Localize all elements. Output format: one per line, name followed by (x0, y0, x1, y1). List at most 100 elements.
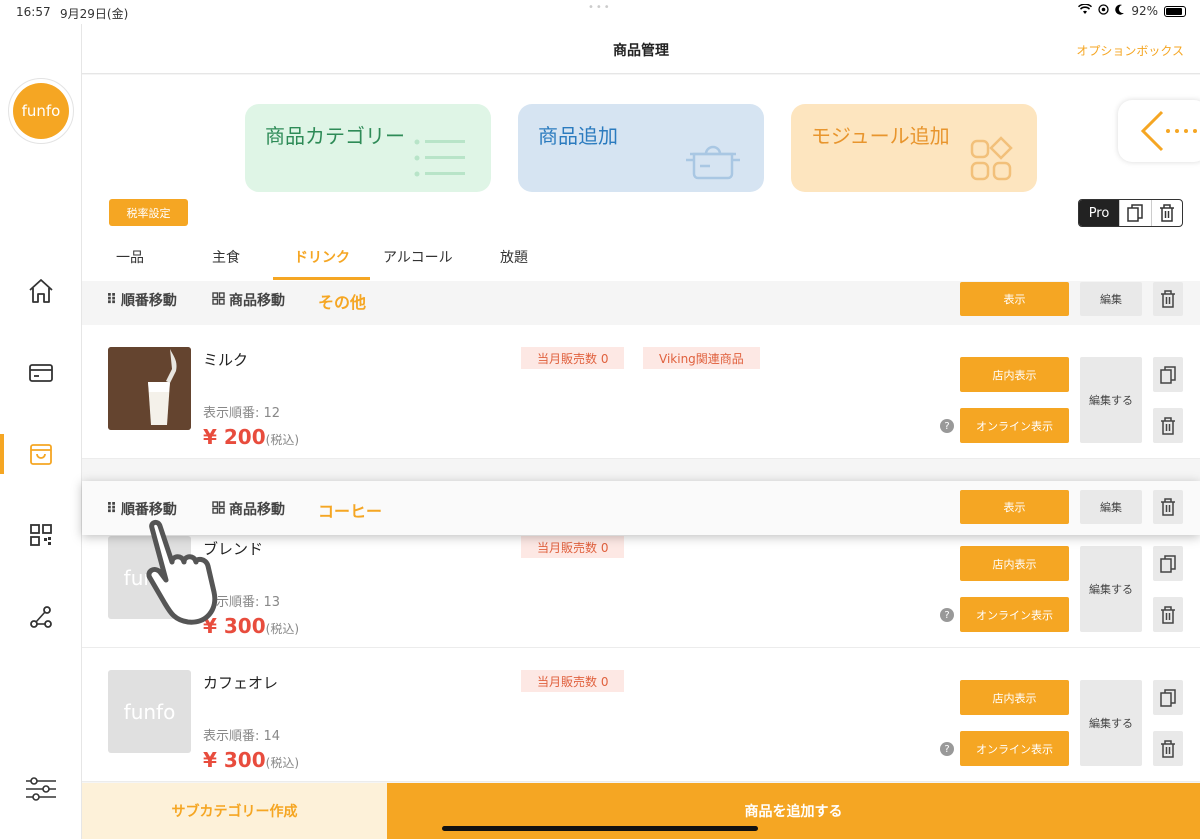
dragging-category-row[interactable]: ⠿ 順番移動 商品移動 コーヒー 表示 編集 (82, 481, 1200, 535)
create-subcategory-button[interactable]: サブカテゴリー作成 (82, 783, 387, 839)
reorder-handle[interactable]: ⠿ 順番移動 (106, 290, 177, 310)
status-bar: 16:57 9月29日(金) ••• 92% (0, 0, 1200, 24)
copy-product-button[interactable] (1153, 546, 1183, 581)
instore-display-button[interactable]: 店内表示 (960, 546, 1069, 581)
drag-dots-icon: ⠿ (106, 292, 117, 308)
help-icon[interactable]: ? (940, 608, 954, 622)
reorder-label: 順番移動 (120, 293, 177, 309)
show-button[interactable]: 表示 (960, 490, 1069, 524)
display-order: 表示順番: 14 (203, 729, 281, 744)
modules-icon (969, 136, 1015, 186)
touch-hand-icon (140, 518, 230, 632)
display-order: 表示順番: 12 (203, 406, 281, 421)
copy-icon (1160, 365, 1176, 384)
qr-code-icon[interactable] (24, 518, 58, 552)
tab-shushoku[interactable]: 主食 (212, 247, 240, 267)
network-icon[interactable] (24, 600, 58, 634)
home-indicator[interactable] (442, 826, 758, 831)
reorder-handle[interactable]: ⠿ 順番移動 (106, 499, 177, 519)
trash-icon (1161, 498, 1175, 516)
settings-sliders-icon[interactable] (24, 772, 58, 806)
add-module-label: モジュール追加 (811, 124, 950, 148)
pot-icon (684, 138, 742, 186)
add-product-label: 商品追加 (538, 124, 618, 148)
trash-icon (1161, 290, 1175, 308)
edit-product-button[interactable]: 編集する (1080, 357, 1142, 443)
delete-product-button[interactable] (1153, 597, 1183, 632)
wifi-icon (1078, 3, 1093, 18)
add-module-card[interactable]: モジュール追加 (791, 104, 1037, 192)
move-products-button[interactable]: 商品移動 (212, 499, 285, 519)
delete-category-button[interactable] (1153, 490, 1183, 524)
placeholder-logo: funfo (123, 699, 176, 724)
product-row[interactable]: funfo カフェオレ 表示順番: 14 ¥ 300(税込) 当月販売数 0 ?… (82, 648, 1200, 782)
trash-icon[interactable] (1150, 200, 1183, 226)
edit-button[interactable]: 編集 (1080, 282, 1142, 316)
edit-button[interactable]: 編集 (1080, 490, 1142, 524)
header: 商品管理 オプションボックス (82, 24, 1200, 74)
logo-text: funfo (13, 83, 69, 139)
page-title: 商品管理 (613, 43, 669, 59)
tab-houdai[interactable]: 放題 (500, 247, 528, 267)
grid-icon (212, 291, 225, 309)
trash-icon (1161, 416, 1175, 435)
moon-icon (1115, 4, 1125, 18)
trash-icon (1161, 739, 1175, 758)
status-right: 92% (1078, 3, 1186, 18)
edit-product-button[interactable]: 編集する (1080, 680, 1142, 766)
product-name: ミルク (203, 351, 249, 369)
list-icon (413, 136, 469, 186)
product-name: カフェオレ (203, 674, 279, 692)
online-display-button[interactable]: オンライン表示 (960, 731, 1069, 766)
card-icon[interactable] (24, 356, 58, 390)
multitask-dots: ••• (588, 2, 612, 13)
tab-drink[interactable]: ドリンク (294, 247, 350, 267)
help-icon[interactable]: ? (940, 742, 954, 756)
shop-icon[interactable] (24, 437, 58, 471)
battery-percent: 92% (1131, 4, 1158, 18)
copy-icon[interactable] (1119, 200, 1151, 226)
pro-button[interactable]: Pro (1079, 200, 1119, 226)
active-tab-underline (273, 277, 370, 280)
move-products-label: 商品移動 (229, 293, 285, 309)
tab-ippin[interactable]: 一品 (116, 247, 144, 267)
tax-setting-button[interactable]: 税率設定 (109, 199, 188, 226)
product-row[interactable]: ミルク 表示順番: 12 ¥ 200(税込) 当月販売数 0 Viking関連商… (82, 325, 1200, 459)
product-category-card[interactable]: 商品カテゴリー (245, 104, 491, 192)
tax-note: (税込) (265, 433, 300, 447)
edit-product-button[interactable]: 編集する (1080, 546, 1142, 632)
online-display-button[interactable]: オンライン表示 (960, 408, 1069, 443)
monthly-sales-badge: 当月販売数 0 (521, 670, 625, 692)
home-icon[interactable] (24, 274, 58, 308)
product-photo (108, 347, 191, 430)
location-icon (1098, 4, 1109, 18)
add-product-card[interactable]: 商品追加 (518, 104, 764, 192)
product-placeholder-image: funfo (108, 670, 191, 753)
delete-product-button[interactable] (1153, 731, 1183, 766)
more-options-button[interactable] (1118, 100, 1200, 162)
delete-category-button[interactable] (1153, 282, 1183, 316)
copy-product-button[interactable] (1153, 357, 1183, 392)
app-logo[interactable]: funfo (8, 78, 74, 144)
active-nav-indicator (0, 434, 4, 474)
price-value: ¥ 300 (203, 748, 266, 772)
copy-product-button[interactable] (1153, 680, 1183, 715)
grid-icon (212, 500, 225, 518)
tax-note: (税込) (265, 756, 300, 770)
online-display-button[interactable]: オンライン表示 (960, 597, 1069, 632)
reorder-label: 順番移動 (120, 502, 177, 518)
option-box-link[interactable]: オプションボックス (1076, 42, 1184, 59)
drag-dots-icon: ⠿ (106, 501, 117, 517)
copy-icon (1160, 554, 1176, 573)
instore-display-button[interactable]: 店内表示 (960, 680, 1069, 715)
tab-alcohol[interactable]: アルコール (383, 247, 453, 267)
category-name: その他 (318, 293, 367, 312)
instore-display-button[interactable]: 店内表示 (960, 357, 1069, 392)
delete-product-button[interactable] (1153, 408, 1183, 443)
move-products-button[interactable]: 商品移動 (212, 290, 285, 310)
show-button[interactable]: 表示 (960, 282, 1069, 316)
trash-icon (1161, 605, 1175, 624)
product-price: ¥ 300(税込) (203, 748, 299, 772)
category-row: ⠿ 順番移動 商品移動 その他 表示 編集 (82, 281, 1200, 325)
help-icon[interactable]: ? (940, 419, 954, 433)
